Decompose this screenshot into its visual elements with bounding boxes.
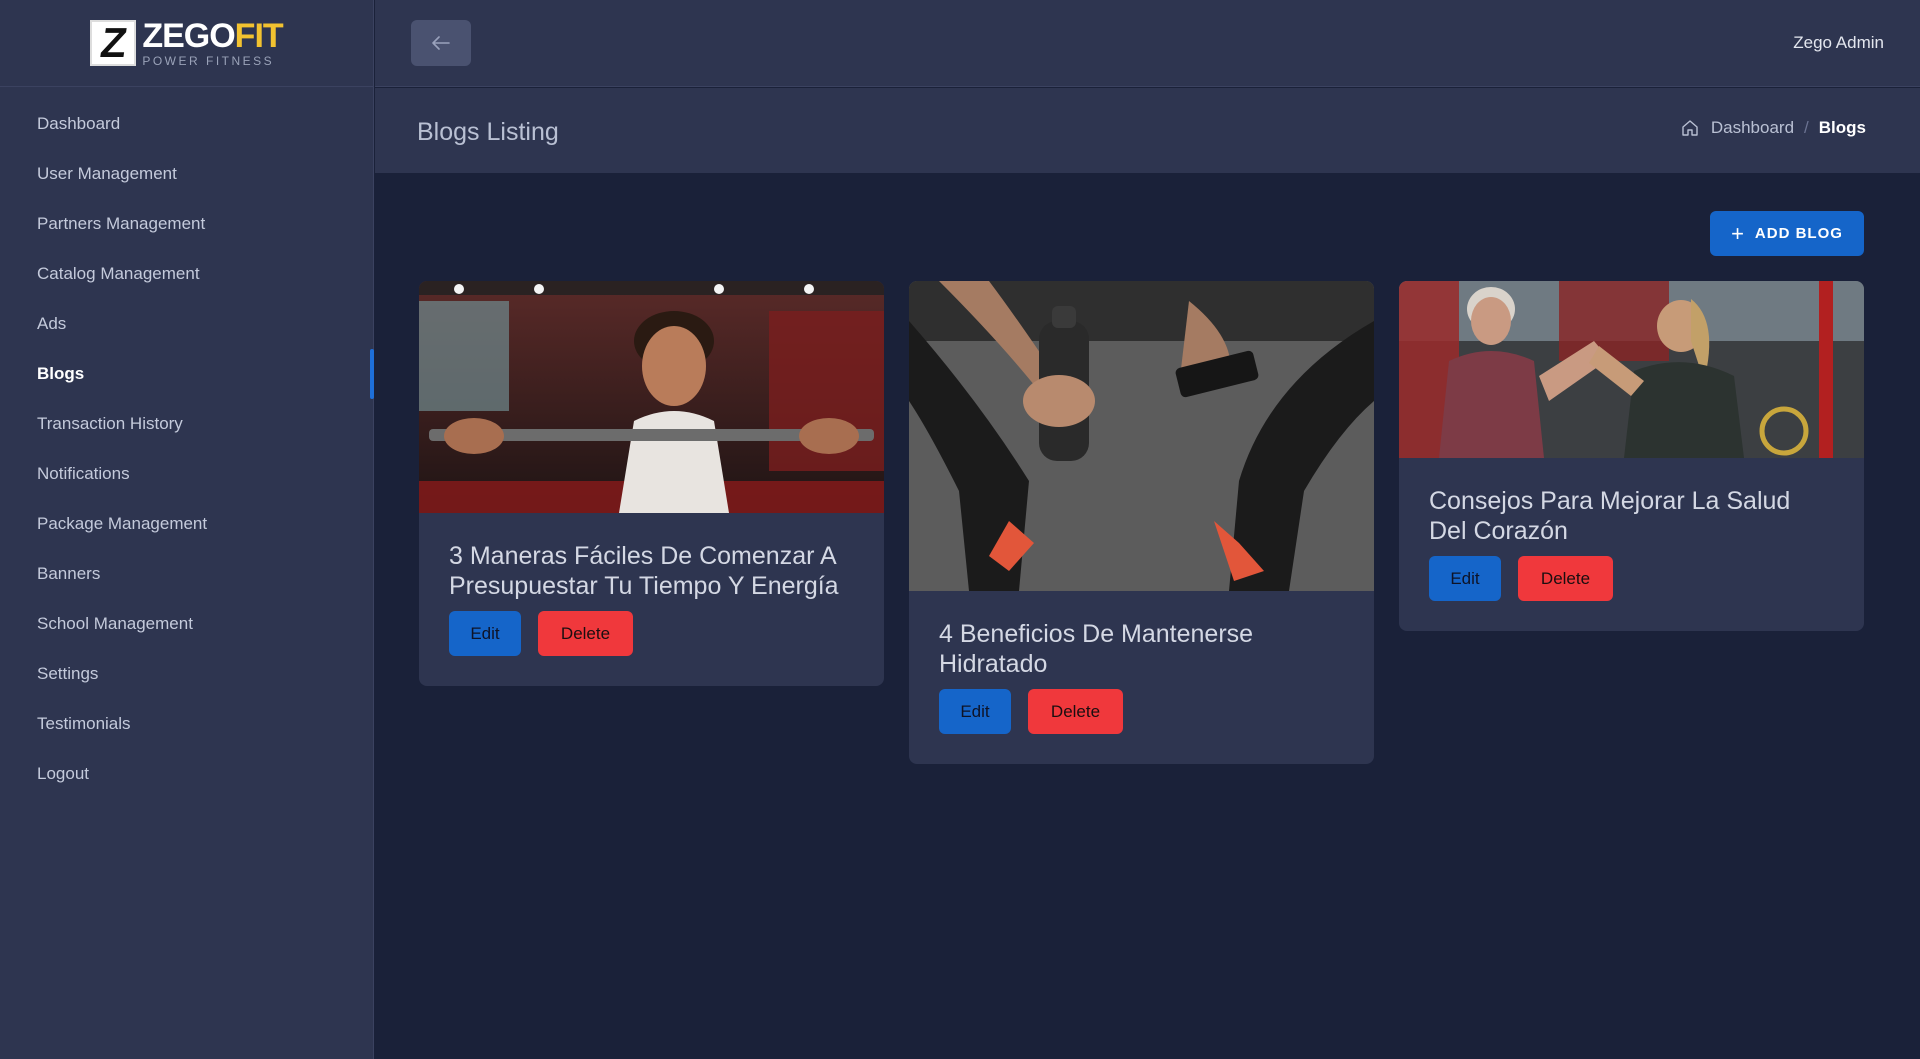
edit-button[interactable]: Edit [1429,556,1501,601]
sidebar-item-school-management[interactable]: School Management [0,599,373,649]
page-header: Blogs Listing Dashboard / Blogs [375,88,1920,173]
logo-mark-letter: Z [97,19,130,66]
blog-actions: Edit Delete [449,611,854,656]
breadcrumb-separator: / [1804,118,1809,137]
brand-logo[interactable]: Z ZEGOFIT POWER FITNESS [0,0,373,87]
sidebar-nav: Dashboard User Management Partners Manag… [0,87,374,799]
blog-title[interactable]: 3 Maneras Fáciles De Comenzar A Presupue… [449,541,854,601]
page-title: Blogs Listing [417,118,559,146]
logo-wordmark: ZEGOFIT [142,17,284,55]
sidebar-item-blogs[interactable]: Blogs [0,349,374,399]
delete-button[interactable]: Delete [1518,556,1613,601]
sidebar-item-package-management[interactable]: Package Management [0,499,373,549]
sidebar-item-ads[interactable]: Ads [0,299,373,349]
logo-mark-icon: Z [90,19,137,66]
sidebar-item-partners-management[interactable]: Partners Management [0,199,373,249]
delete-button[interactable]: Delete [1028,689,1123,734]
blog-image-high-five [1399,281,1864,458]
edit-button[interactable]: Edit [939,689,1011,734]
top-bar: Zego Admin [375,0,1920,87]
breadcrumb-dashboard-link[interactable]: Dashboard [1711,118,1794,138]
blog-card: Consejos Para Mejorar La Salud Del Coraz… [1399,281,1864,631]
sidebar-item-catalog-management[interactable]: Catalog Management [0,249,373,299]
sidebar-item-notifications[interactable]: Notifications [0,449,373,499]
blog-image-hydration [909,281,1374,591]
blog-card-body: 3 Maneras Fáciles De Comenzar A Presupue… [419,513,884,686]
logo-text: ZEGOFIT POWER FITNESS [142,17,284,68]
logo-word-part2: FIT [234,17,284,55]
blog-image-gym-man [419,281,884,513]
user-menu[interactable]: Zego Admin [1793,33,1884,53]
breadcrumb: Dashboard / Blogs [1681,118,1866,138]
home-icon[interactable] [1681,119,1699,137]
sidebar-item-logout[interactable]: Logout [0,749,373,799]
sidebar-item-testimonials[interactable]: Testimonials [0,699,373,749]
sidebar-item-banners[interactable]: Banners [0,549,373,599]
sidebar-item-transaction-history[interactable]: Transaction History [0,399,373,449]
sidebar-item-user-management[interactable]: User Management [0,149,373,199]
breadcrumb-current: Blogs [1818,118,1866,137]
blog-card-body: 4 Beneficios De Mantenerse Hidratado Edi… [909,591,1374,764]
sidebar: Z ZEGOFIT POWER FITNESS Dashboard User M… [0,0,374,1059]
logo-word-part1: ZEGO [142,17,235,55]
edit-button[interactable]: Edit [449,611,521,656]
sidebar-item-dashboard[interactable]: Dashboard [0,99,373,149]
blog-card: 4 Beneficios De Mantenerse Hidratado Edi… [909,281,1374,764]
plus-icon: + [1731,220,1745,246]
blog-actions: Edit Delete [1429,556,1834,601]
delete-button[interactable]: Delete [538,611,633,656]
sidebar-item-settings[interactable]: Settings [0,649,373,699]
blog-title[interactable]: Consejos Para Mejorar La Salud Del Coraz… [1429,486,1834,546]
logo-tagline: POWER FITNESS [142,54,275,68]
blog-card: 3 Maneras Fáciles De Comenzar A Presupue… [419,281,884,686]
back-button[interactable] [411,20,471,66]
add-blog-label: ADD BLOG [1754,225,1843,242]
blog-title[interactable]: 4 Beneficios De Mantenerse Hidratado [939,619,1344,679]
blog-actions: Edit Delete [939,689,1344,734]
arrow-left-icon [432,36,450,50]
add-blog-button[interactable]: + ADD BLOG [1710,211,1864,256]
blog-card-body: Consejos Para Mejorar La Salud Del Coraz… [1399,458,1864,631]
